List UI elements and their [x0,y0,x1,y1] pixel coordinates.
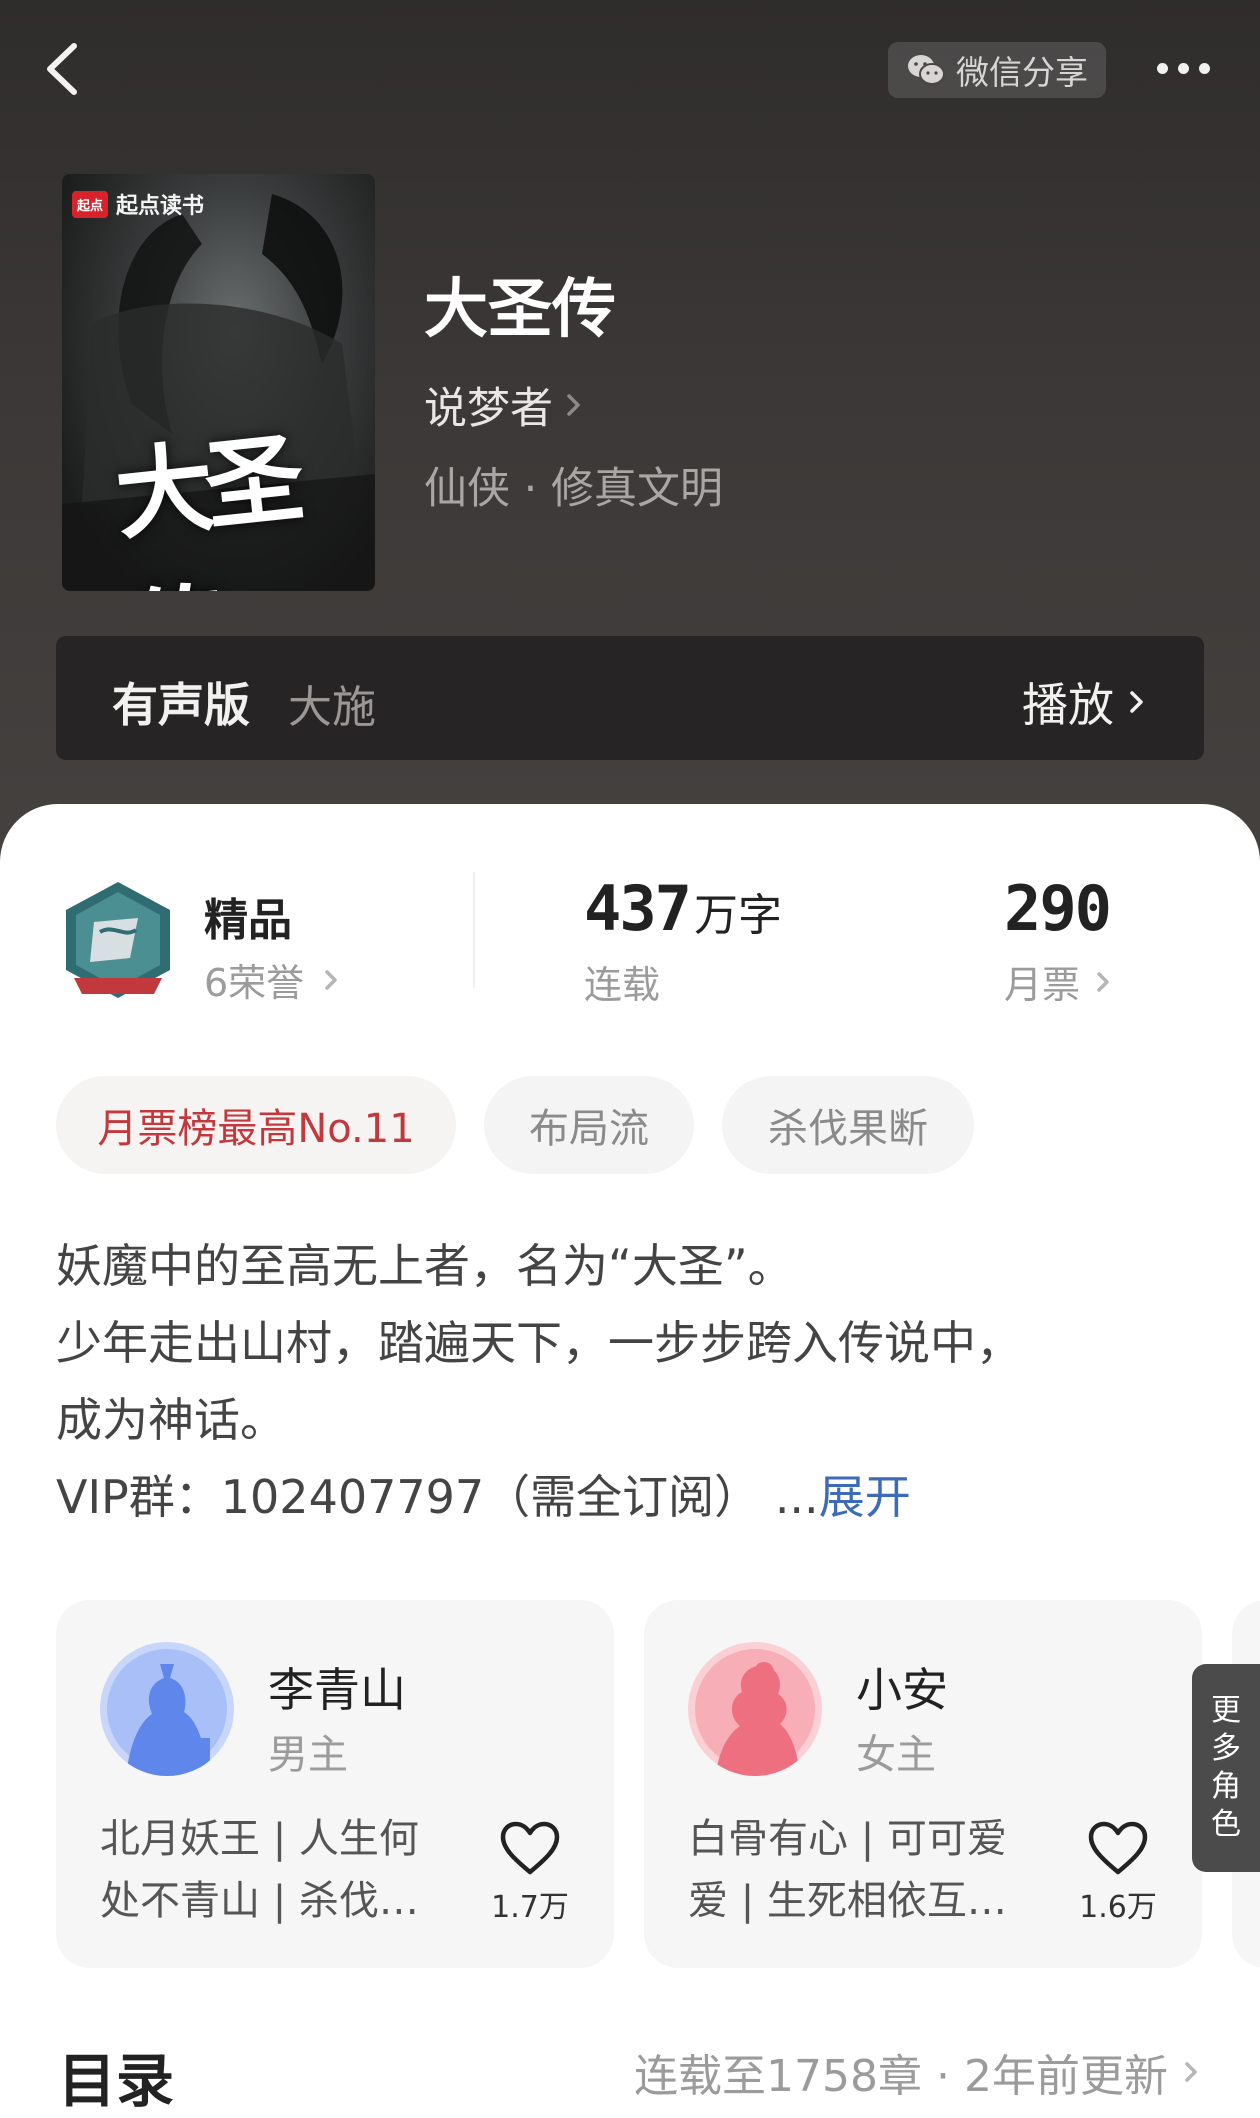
more-dot-icon [1198,62,1210,74]
tag-ranking[interactable]: 月票榜最高No.11 [56,1076,456,1174]
quality-label: 精品 [204,895,292,946]
role-name: 李青山 [268,1663,406,1717]
more-roles-char: 角 [1211,1769,1241,1804]
role-like-button[interactable]: 1.6万 [1078,1820,1158,1926]
expand-link[interactable]: 展开 [819,1470,911,1524]
cover-brand-badge: 起点 [72,190,109,218]
heart-icon [500,1821,560,1875]
monthly-ticket-count: 290 [1004,872,1112,945]
more-roles-char: 更 [1211,1693,1241,1728]
book-title: 大圣传 [424,272,616,347]
audiobook-bar[interactable]: 有声版 大施 播放 [56,636,1204,760]
role-description-line: 白骨有心 | 可可爱 [688,1816,1007,1862]
role-like-count: 1.7万 [491,1890,569,1925]
role-type: 男主 [268,1732,348,1778]
role-description: 北月妖王 | 人生何 处不青山 | 杀伐… [100,1808,440,1932]
heart-icon [1088,1821,1148,1875]
monthly-ticket-link[interactable]: 月票 [1004,954,1112,1009]
serial-status: 连载 [584,963,661,1007]
more-options-button[interactable] [1140,44,1226,92]
book-genre: 仙侠 · 修真文明 [424,464,724,514]
book-header: 微信分享 起点 起点读书 大圣传 大圣传 说梦者 仙侠 · 修真文明 有声版 大… [0,0,1260,860]
more-dot-icon [1177,62,1189,74]
male-character-avatar-icon [100,1642,234,1776]
honors-count: 6荣誉 [204,961,305,1005]
role-type: 女主 [856,1732,936,1778]
synopsis-ellipsis: ... [774,1470,819,1524]
monthly-ticket-label: 月票 [1004,963,1081,1007]
word-count-number: 437 [584,872,692,945]
honors-link[interactable]: 6荣誉 [204,952,340,1007]
author-link[interactable]: 说梦者 [424,374,585,436]
toc-title: 目录 [58,2047,175,2115]
role-avatar [100,1642,234,1776]
wechat-icon [908,55,945,85]
stats-divider [473,872,475,988]
back-button[interactable] [36,36,96,102]
play-label: 播放 [1022,678,1114,732]
role-like-button[interactable]: 1.7万 [490,1820,570,1926]
cover-brand: 起点 起点读书 [72,188,204,220]
toc-link[interactable]: 连载至1758章 · 2年前更新 [634,2040,1200,2104]
more-dot-icon [1156,62,1168,74]
wechat-share-button[interactable]: 微信分享 [888,42,1106,98]
audiobook-label: 有声版 [112,678,250,732]
role-card[interactable]: 李青山 男主 北月妖王 | 人生何 处不青山 | 杀伐… 1.7万 [56,1600,614,1968]
book-cover[interactable]: 起点 起点读书 大圣传 [62,174,375,591]
word-count: 437 万字 [584,872,782,945]
role-name: 小安 [856,1663,948,1717]
share-label: 微信分享 [956,53,1088,92]
author-name: 说梦者 [424,384,553,434]
more-roles-char: 色 [1211,1807,1241,1842]
chevron-right-icon [325,969,337,990]
audiobook-narrator: 大施 [288,682,376,733]
tag-layout[interactable]: 布局流 [484,1076,694,1174]
role-description: 白骨有心 | 可可爱 爱 | 生死相依互… [688,1808,1028,1932]
more-roles-button[interactable]: 更多角色 [1192,1664,1260,1872]
chevron-right-icon [1097,971,1109,992]
role-card[interactable]: 小安 女主 白骨有心 | 可可爱 爱 | 生死相依互… 1.6万 [644,1600,1202,1968]
synopsis-line-last: VIP群：102407797（需全订阅） ...展开 [56,1459,1216,1536]
more-roles-label: 更多角色 [1211,1692,1241,1844]
role-like-count: 1.6万 [1079,1890,1157,1925]
more-roles-char: 多 [1211,1731,1241,1766]
synopsis-line: 少年走出山村，踏遍天下，一步步跨入传说中， [56,1316,1022,1370]
chevron-right-icon [567,394,580,416]
word-count-unit: 万字 [693,890,782,941]
role-avatar [688,1642,822,1776]
quality-emblem-icon [66,882,170,998]
synopsis-line: VIP群：102407797（需全订阅） [56,1470,761,1524]
synopsis-line: 成为神话。 [56,1393,286,1447]
chevron-right-icon [1185,2062,1197,2082]
chevron-right-icon [1130,691,1143,713]
role-description-line: 处不青山 | 杀伐… [100,1878,419,1924]
synopsis-line: 妖魔中的至高无上者，名为“大圣”。 [56,1239,794,1293]
audiobook-play-button[interactable]: 播放 [1022,669,1148,735]
cover-brand-name: 起点读书 [116,194,205,219]
toc-update-info: 连载至1758章 · 2年前更新 [634,2051,1168,2102]
role-description-line: 北月妖王 | 人生何 [100,1816,419,1862]
synopsis[interactable]: 妖魔中的至高无上者，名为“大圣”。 少年走出山村，踏遍天下，一步步跨入传说中， … [56,1228,1216,1536]
role-description-line: 爱 | 生死相依互… [688,1878,1007,1924]
cover-title-art: 大圣传 [110,421,302,591]
female-character-avatar-icon [688,1642,822,1776]
tag-decisive[interactable]: 杀伐果断 [722,1076,974,1174]
back-arrow-icon [47,43,77,95]
